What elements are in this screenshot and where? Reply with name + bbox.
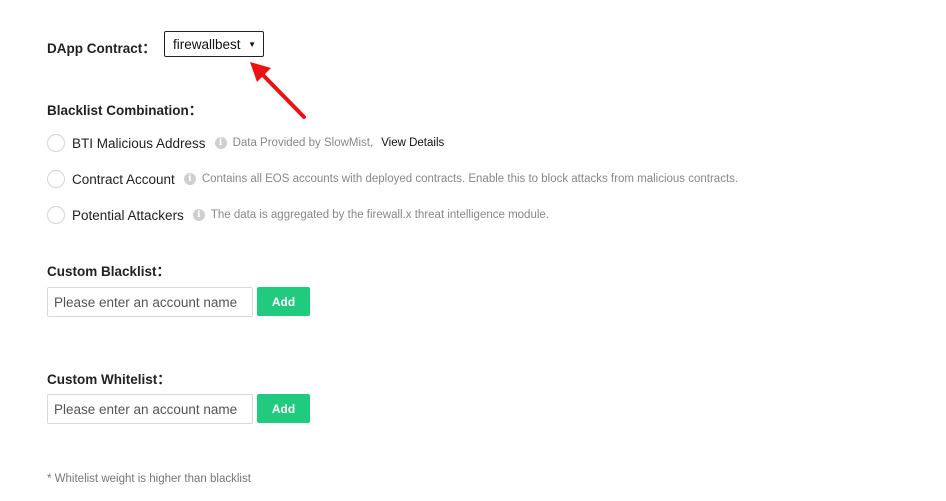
option-label: Contract Account (72, 171, 175, 187)
option-hint: Contains all EOS accounts with deployed … (201, 173, 739, 185)
view-details-link[interactable]: View Details (381, 137, 444, 149)
custom-blacklist-label: Custom Blacklist： (47, 264, 171, 279)
option-hint: Data Provided by SlowMist, (232, 137, 374, 149)
option-label: BTI Malicious Address (72, 135, 206, 151)
blacklist-account-input[interactable] (47, 287, 253, 317)
option-label: Potential Attackers (72, 207, 184, 223)
option-bti-malicious-address: BTI Malicious Address i Data Provided by… (47, 132, 444, 154)
contract-select-value: firewallbest (173, 36, 241, 52)
radio-contract-account[interactable] (47, 170, 65, 188)
blacklist-combination-label: Blacklist Combination： (47, 103, 203, 118)
option-potential-attackers: Potential Attackers i The data is aggreg… (47, 204, 549, 226)
blacklist-add-button[interactable]: Add (257, 287, 310, 316)
radio-bti-malicious-address[interactable] (47, 134, 65, 152)
option-contract-account: Contract Account i Contains all EOS acco… (47, 168, 738, 190)
caret-down-icon: ▼ (248, 39, 256, 49)
whitelist-add-button[interactable]: Add (257, 394, 310, 423)
radio-potential-attackers[interactable] (47, 206, 65, 224)
dapp-contract-label: DApp Contract： (47, 41, 156, 56)
contract-select[interactable]: firewallbest ▼ (164, 31, 264, 57)
whitelist-account-input[interactable] (47, 394, 253, 424)
custom-whitelist-label: Custom Whitelist： (47, 372, 171, 387)
info-icon: i (183, 173, 196, 185)
option-hint: The data is aggregated by the firewall.x… (210, 209, 549, 221)
whitelist-note: * Whitelist weight is higher than blackl… (47, 473, 251, 485)
info-icon: i (192, 209, 205, 221)
info-icon: i (214, 137, 227, 149)
annotation-arrow-icon (250, 62, 306, 119)
